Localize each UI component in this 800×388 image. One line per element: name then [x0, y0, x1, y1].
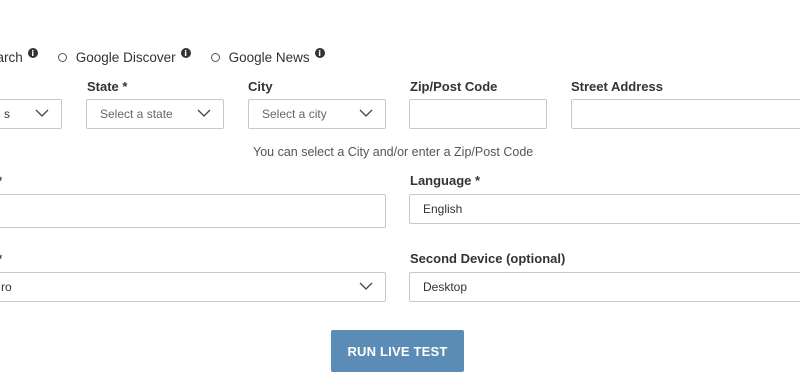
- country-select[interactable]: s: [0, 99, 62, 129]
- state-select-placeholder: Select a state: [100, 107, 173, 121]
- state-select[interactable]: Select a state: [86, 99, 224, 129]
- info-icon[interactable]: i: [314, 48, 325, 58]
- street-address-input[interactable]: [571, 99, 800, 129]
- city-label: City: [248, 79, 273, 94]
- radio-option-label: Google News: [228, 49, 310, 65]
- second-device-select[interactable]: Desktop: [409, 272, 800, 302]
- language-label: Language *: [410, 173, 481, 188]
- device-select[interactable]: ro: [0, 272, 386, 302]
- radio-circle-icon[interactable]: [210, 52, 220, 62]
- device-select-value: ro: [1, 280, 12, 294]
- second-device-select-value: Desktop: [423, 280, 468, 294]
- left-field-2-label: *: [0, 251, 2, 266]
- radio-circle-icon[interactable]: [57, 52, 67, 62]
- chevron-down-icon: [359, 109, 373, 117]
- location-helper-text: You can select a City and/or enter a Zip…: [253, 145, 534, 159]
- run-live-test-button[interactable]: RUN LIVE TEST: [331, 330, 464, 372]
- city-select[interactable]: Select a city: [248, 99, 386, 129]
- radio-option-label: Google Discover: [75, 49, 176, 65]
- zip-label: Zip/Post Code: [410, 79, 498, 94]
- city-select-placeholder: Select a city: [262, 107, 327, 121]
- info-icon[interactable]: i: [180, 48, 191, 58]
- street-address-label: Street Address: [571, 79, 663, 94]
- language-select[interactable]: English: [409, 194, 800, 224]
- second-device-label: Second Device (optional): [410, 251, 566, 266]
- info-icon[interactable]: i: [27, 48, 38, 58]
- chevron-down-icon: [359, 282, 373, 290]
- radio-option-google-discover[interactable]: Google Discover i: [57, 48, 191, 65]
- left-field-1-label: *: [0, 173, 2, 188]
- search-type-radio-group: earch i Google Discover i Google News i: [0, 47, 345, 67]
- state-label: State *: [87, 79, 128, 94]
- country-select-value: s: [4, 107, 10, 121]
- radio-option-google-news[interactable]: Google News i: [210, 48, 325, 65]
- zip-code-input[interactable]: [409, 99, 547, 129]
- language-select-value: English: [423, 202, 463, 216]
- chevron-down-icon: [35, 109, 49, 117]
- radio-option-label: earch: [0, 49, 23, 65]
- chevron-down-icon: [197, 109, 211, 117]
- radio-option-search[interactable]: earch i: [0, 48, 38, 65]
- left-field-1-input[interactable]: [0, 194, 386, 228]
